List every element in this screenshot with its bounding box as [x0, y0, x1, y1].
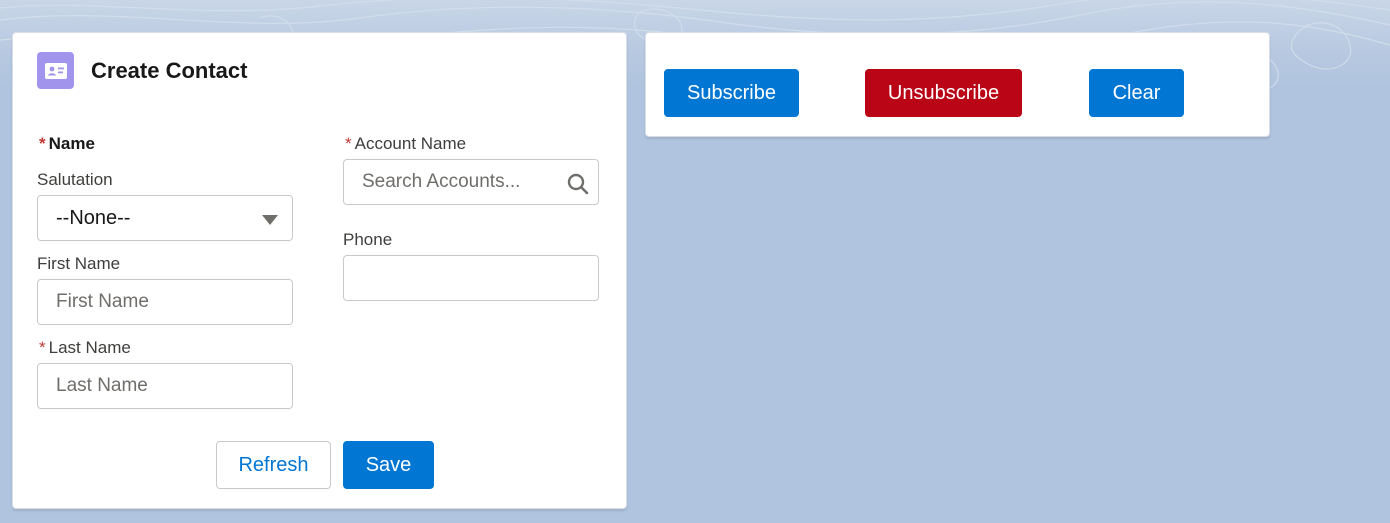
last-name-placeholder: Last Name [56, 375, 148, 396]
salutation-select[interactable]: --None-- [37, 195, 293, 241]
last-name-field[interactable]: Last Name [37, 363, 293, 409]
clear-button[interactable]: Clear [1089, 69, 1184, 117]
create-contact-card: Create Contact * Name Salutation --None--… [12, 32, 627, 509]
last-name-label: * Last Name [39, 338, 131, 358]
required-marker: * [39, 134, 46, 153]
name-section-label: * Name [39, 134, 95, 154]
card-title: Create Contact [91, 58, 248, 83]
contact-card-icon [37, 52, 74, 89]
subscription-actions-card: Subscribe Unsubscribe Clear [645, 32, 1270, 137]
chevron-down-icon [262, 215, 278, 225]
salutation-label: Salutation [37, 170, 113, 189]
required-marker: * [39, 338, 46, 357]
account-name-label-text: Account Name [354, 134, 467, 153]
first-name-placeholder: First Name [56, 291, 149, 312]
name-label-text: Name [48, 134, 95, 153]
save-button[interactable]: Save [343, 441, 434, 489]
salutation-value: --None-- [56, 206, 131, 229]
phone-field[interactable] [343, 255, 599, 301]
last-name-label-text: Last Name [48, 338, 131, 357]
subscribe-button[interactable]: Subscribe [664, 69, 799, 117]
account-name-label: * Account Name [345, 134, 466, 154]
account-search-placeholder: Search Accounts... [362, 171, 521, 192]
required-marker: * [345, 134, 352, 153]
unsubscribe-button[interactable]: Unsubscribe [865, 69, 1022, 117]
search-icon [567, 173, 589, 195]
first-name-label: First Name [37, 254, 121, 273]
phone-label: Phone [343, 230, 393, 249]
refresh-button[interactable]: Refresh [216, 441, 331, 489]
account-search-input[interactable]: Search Accounts... [343, 159, 599, 205]
first-name-field[interactable]: First Name [37, 279, 293, 325]
